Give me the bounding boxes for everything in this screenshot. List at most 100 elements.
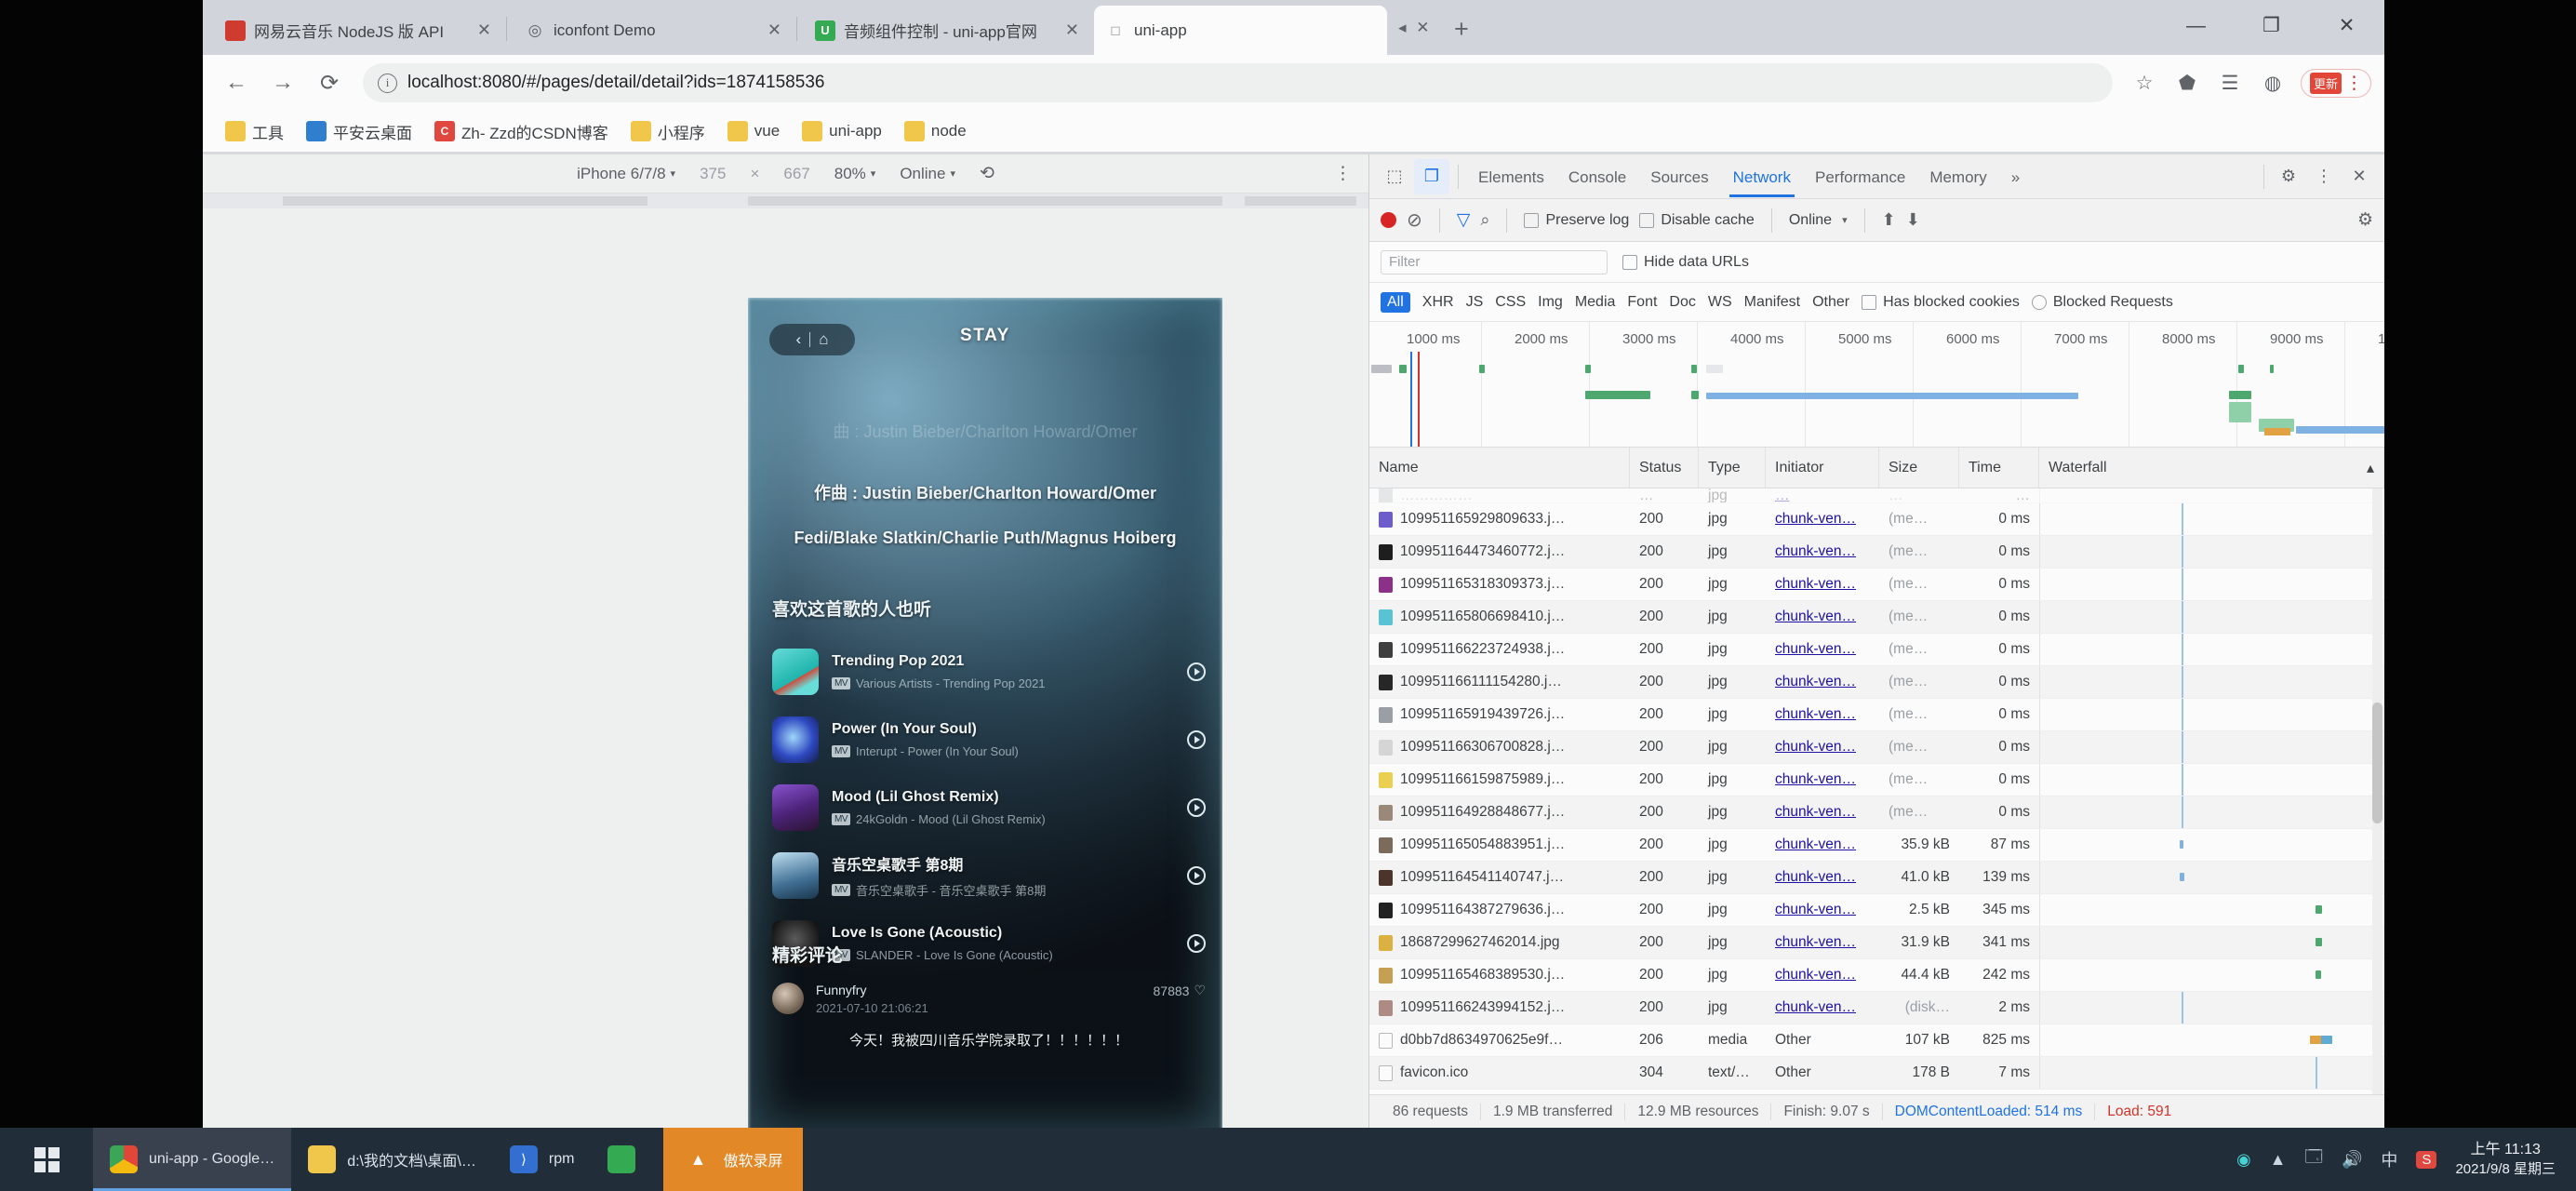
table-row[interactable]: 109951165806698410.j… 200 jpg chunk-ven…… bbox=[1369, 601, 2384, 634]
request-initiator[interactable]: chunk-ven… bbox=[1766, 829, 1879, 861]
column-header-waterfall[interactable]: Waterfall bbox=[2049, 460, 2107, 476]
tab-close-icon-0[interactable]: ✕ bbox=[468, 20, 491, 40]
filter-input[interactable]: Filter bbox=[1381, 249, 1608, 274]
play-icon[interactable] bbox=[1187, 865, 1206, 885]
volume-icon[interactable]: 🔊 bbox=[2342, 1150, 2362, 1170]
search-icon[interactable]: ⌕ bbox=[1480, 210, 1489, 230]
new-tab-button[interactable]: + bbox=[1454, 15, 1469, 44]
column-header-initiator[interactable]: Initiator bbox=[1766, 448, 1879, 488]
update-button[interactable]: 更新 ⋮ bbox=[2300, 68, 2371, 98]
table-row[interactable]: …………… … jpg … … … bbox=[1369, 488, 2384, 503]
type-filter-img[interactable]: Img bbox=[1538, 294, 1563, 311]
gear-icon[interactable]: ⚙ bbox=[2271, 159, 2306, 194]
table-row[interactable]: 109951166111154280.j… 200 jpg chunk-ven…… bbox=[1369, 666, 2384, 699]
request-initiator[interactable]: chunk-ven… bbox=[1766, 862, 1879, 893]
song-list-item[interactable]: Trending Pop 2021 MV Various Artists - T… bbox=[772, 637, 1206, 705]
request-initiator[interactable]: chunk-ven… bbox=[1766, 699, 1879, 730]
disable-cache-checkbox[interactable]: Disable cache bbox=[1639, 212, 1755, 229]
request-initiator[interactable]: chunk-ven… bbox=[1766, 634, 1879, 665]
taskbar-clock[interactable]: 上午 11:13 2021/9/8 星期三 bbox=[2455, 1140, 2556, 1179]
chrome-menu-icon[interactable]: ⋮ bbox=[2345, 73, 2363, 94]
network-timeline-overview[interactable]: 1000 ms 2000 ms 3000 ms 4000 ms 5000 ms … bbox=[1369, 322, 2384, 448]
rotate-icon[interactable]: ⟲ bbox=[980, 163, 994, 184]
type-filter-media[interactable]: Media bbox=[1575, 294, 1616, 311]
table-row[interactable]: 109951164928848677.j… 200 jpg chunk-ven…… bbox=[1369, 796, 2384, 829]
back-icon[interactable]: ← bbox=[216, 62, 257, 103]
checkbox-box[interactable] bbox=[1862, 294, 1877, 310]
table-row[interactable]: 109951166223724938.j… 200 jpg chunk-ven…… bbox=[1369, 634, 2384, 666]
tab-close-icon-1[interactable]: ✕ bbox=[758, 20, 781, 40]
type-filter-doc[interactable]: Doc bbox=[1669, 294, 1695, 311]
sogou-icon[interactable]: S bbox=[2416, 1150, 2437, 1169]
request-initiator[interactable]: chunk-ven… bbox=[1766, 992, 1879, 1024]
heart-icon[interactable]: ♡ bbox=[1194, 983, 1206, 998]
bookmark-item-0[interactable]: 工具 bbox=[216, 116, 293, 147]
start-button[interactable] bbox=[0, 1146, 93, 1172]
play-icon[interactable] bbox=[1187, 729, 1206, 749]
address-bar[interactable]: i localhost:8080/#/pages/detail/detail?i… bbox=[363, 63, 2113, 102]
request-initiator[interactable]: chunk-ven… bbox=[1766, 796, 1879, 828]
bookmark-item-5[interactable]: uni-app bbox=[793, 117, 891, 145]
type-filter-font[interactable]: Font bbox=[1627, 294, 1657, 311]
zoom-select[interactable]: 80% ▾ bbox=[834, 165, 876, 183]
bookmark-item-2[interactable]: C Zh- Zzd的CSDN博客 bbox=[425, 116, 618, 147]
tab-sources[interactable]: Sources bbox=[1639, 156, 1719, 197]
phone-viewport[interactable]: ‹ ⌂ STAY 曲 : Justin Bieber/Charlton Howa… bbox=[748, 298, 1222, 1128]
table-row[interactable]: d0bb7d8634970625e9f… 206 media Other 107… bbox=[1369, 1024, 2384, 1057]
avatar[interactable] bbox=[772, 983, 804, 1014]
table-row[interactable]: 109951166159875989.j… 200 jpg chunk-ven…… bbox=[1369, 764, 2384, 796]
device-height-input[interactable]: 667 bbox=[783, 165, 809, 183]
network-settings-icon[interactable]: ⚙ bbox=[2357, 209, 2373, 231]
column-header-size[interactable]: Size bbox=[1879, 448, 1959, 488]
taskbar-item-chrome[interactable]: uni-app - Google… bbox=[93, 1128, 292, 1191]
request-initiator[interactable]: chunk-ven… bbox=[1766, 503, 1879, 535]
bookmark-item-6[interactable]: node bbox=[895, 117, 976, 145]
request-initiator[interactable]: chunk-ven… bbox=[1766, 959, 1879, 991]
requests-table-body[interactable]: …………… … jpg … … … 109951165929809633.j… … bbox=[1369, 488, 2384, 1094]
type-filter-manifest[interactable]: Manifest bbox=[1744, 294, 1800, 311]
tab-overflow-icon[interactable]: ◂ ✕ bbox=[1398, 19, 1433, 37]
ime-icon[interactable]: 中 bbox=[2381, 1147, 2397, 1171]
network-throttle-select[interactable]: Online ▾ bbox=[900, 165, 955, 183]
column-header-status[interactable]: Status bbox=[1630, 448, 1699, 488]
bookmark-item-4[interactable]: vue bbox=[718, 117, 789, 145]
close-devtools-icon[interactable]: ✕ bbox=[2342, 159, 2377, 194]
play-icon[interactable] bbox=[1187, 662, 1206, 681]
type-filter-other[interactable]: Other bbox=[1812, 294, 1849, 311]
tray-icon-1[interactable]: ▲ bbox=[2270, 1150, 2287, 1170]
song-list-item[interactable]: Power (In Your Soul) MV Interupt - Power… bbox=[772, 705, 1206, 773]
column-header-type[interactable]: Type bbox=[1699, 448, 1766, 488]
table-row[interactable]: 109951165919439726.j… 200 jpg chunk-ven…… bbox=[1369, 699, 2384, 731]
taskbar-item-explorer[interactable]: d:\我的文档\桌面\… bbox=[291, 1128, 493, 1191]
table-row[interactable]: 109951164473460772.j… 200 jpg chunk-ven…… bbox=[1369, 536, 2384, 569]
tab-memory[interactable]: Memory bbox=[1918, 156, 1997, 197]
device-select[interactable]: iPhone 6/7/8 ▾ bbox=[577, 165, 675, 183]
checkbox-box[interactable] bbox=[1622, 254, 1637, 270]
request-initiator[interactable]: … bbox=[1766, 488, 1879, 502]
has-blocked-cookies-checkbox[interactable]: Has blocked cookies bbox=[1862, 294, 2020, 311]
table-row[interactable]: 109951164387279636.j… 200 jpg chunk-ven…… bbox=[1369, 894, 2384, 927]
browser-tab-0[interactable]: 网易云音乐 NodeJS 版 API ✕ bbox=[214, 6, 502, 55]
browser-tab-1[interactable]: ◎ iconfont Demo ✕ bbox=[514, 6, 793, 55]
comment-username[interactable]: Funnyfry bbox=[816, 983, 928, 997]
hide-data-urls-checkbox[interactable]: Hide data URLs bbox=[1622, 254, 1749, 271]
tab-performance[interactable]: Performance bbox=[1804, 156, 1916, 197]
song-list-item[interactable]: Mood (Lil Ghost Remix) MV 24kGoldn - Moo… bbox=[772, 773, 1206, 841]
import-har-icon[interactable]: ⬆ bbox=[1882, 210, 1896, 230]
chevron-down-icon[interactable]: ▾ bbox=[1842, 214, 1848, 226]
play-icon[interactable] bbox=[1187, 797, 1206, 817]
request-initiator[interactable]: chunk-ven… bbox=[1766, 731, 1879, 763]
requests-scrollbar-thumb[interactable] bbox=[2372, 703, 2382, 823]
request-initiator[interactable]: chunk-ven… bbox=[1766, 666, 1879, 698]
close-window-button[interactable]: ✕ bbox=[2309, 0, 2384, 51]
forward-icon[interactable]: → bbox=[262, 62, 303, 103]
request-initiator[interactable]: chunk-ven… bbox=[1766, 569, 1879, 600]
taskbar-item-recorder[interactable]: ▲ 傲软录屏 bbox=[663, 1128, 804, 1191]
type-filter-ws[interactable]: WS bbox=[1708, 294, 1732, 311]
profile-avatar-icon[interactable]: ◍ bbox=[2254, 64, 2291, 101]
table-row[interactable]: favicon.ico 304 text/… Other 178 B 7 ms bbox=[1369, 1057, 2384, 1090]
tab-elements[interactable]: Elements bbox=[1467, 156, 1555, 197]
table-row[interactable]: 109951165468389530.j… 200 jpg chunk-ven…… bbox=[1369, 959, 2384, 992]
request-initiator[interactable]: chunk-ven… bbox=[1766, 927, 1879, 958]
taskbar-item-hbuilder[interactable] bbox=[591, 1128, 663, 1191]
